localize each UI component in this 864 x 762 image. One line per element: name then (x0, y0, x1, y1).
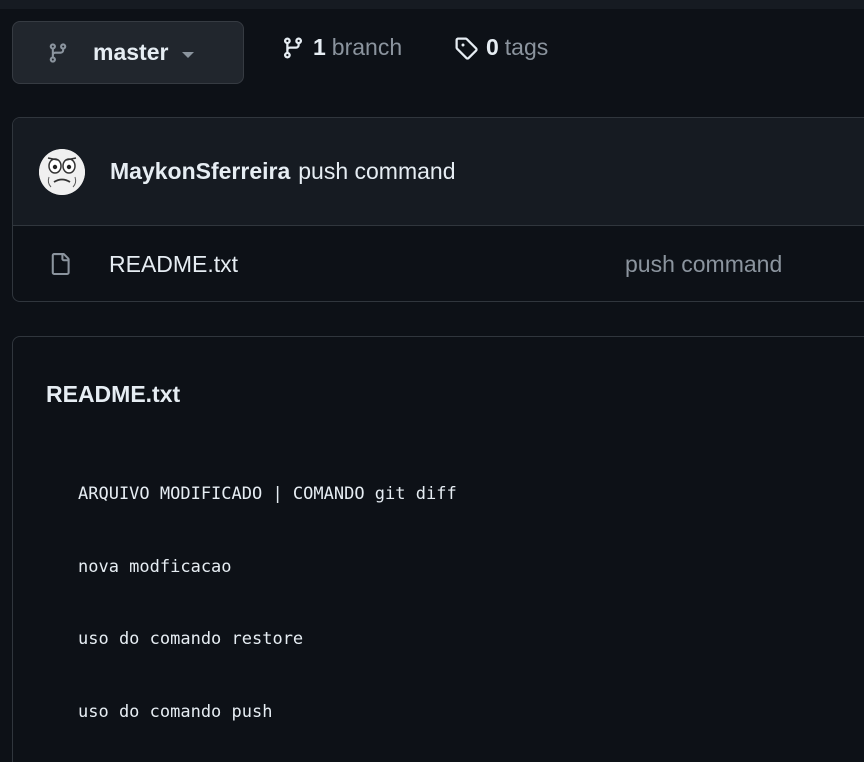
branch-selector-label: master (93, 39, 169, 65)
git-branch-icon (281, 36, 305, 60)
latest-commit-row: MaykonSferreira push command (13, 118, 864, 226)
file-name-link[interactable]: README.txt (109, 251, 238, 278)
branch-selector-button[interactable]: master (12, 21, 244, 84)
file-commit-message-link[interactable]: push command (625, 251, 782, 278)
chevron-down-icon (182, 51, 195, 58)
readme-box: README.txt ARQUIVO MODIFICADO | COMANDO … (12, 336, 864, 762)
commit-author-link[interactable]: MaykonSferreira (110, 158, 290, 185)
tags-count: 0 (486, 34, 499, 60)
file-icon (49, 251, 71, 277)
readme-title[interactable]: README.txt (46, 381, 180, 408)
readme-line: uso do comando restore (78, 629, 304, 649)
tag-icon (454, 36, 478, 60)
branches-count: 1 (313, 34, 326, 60)
git-branch-icon (47, 42, 69, 64)
branches-label: branch (331, 34, 403, 60)
file-row[interactable]: README.txt push command (13, 226, 864, 301)
avatar[interactable] (39, 148, 85, 195)
readme-line: ARQUIVO MODIFICADO | COMANDO git diff (78, 484, 457, 504)
tags-label: tags (504, 34, 549, 60)
repository-page: master 1 branch 0 tags MaykonSferreira p… (0, 0, 864, 762)
tags-link[interactable]: 0 tags (454, 34, 548, 61)
readme-line: nova modficacao (78, 557, 232, 577)
readme-line: uso do comando push (78, 702, 273, 722)
branches-link[interactable]: 1 branch (281, 34, 402, 61)
top-strip (0, 0, 864, 9)
commit-message-link[interactable]: push command (298, 158, 455, 185)
file-list-box: MaykonSferreira push command README.txt … (12, 117, 864, 302)
